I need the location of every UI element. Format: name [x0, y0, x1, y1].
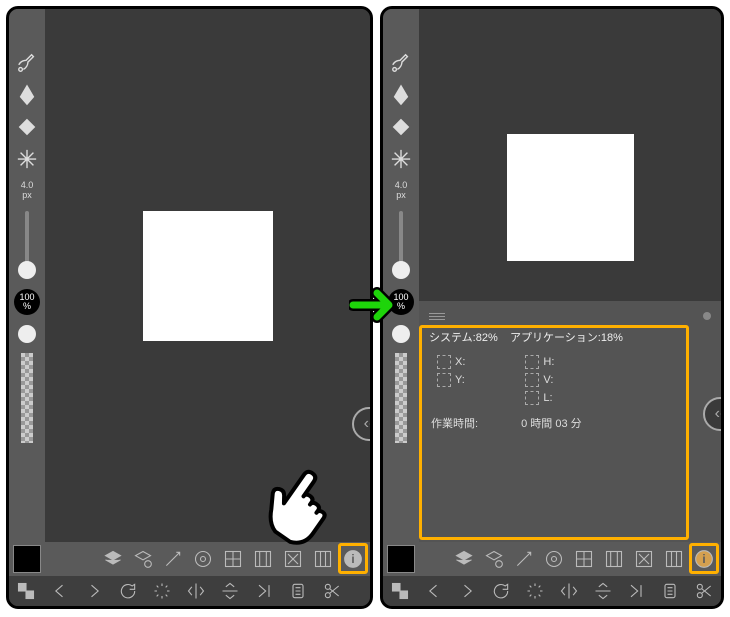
layers-settings-icon[interactable]	[130, 546, 156, 572]
work-time-row: 作業時間: 0 時間 03 分	[431, 415, 711, 431]
zoom-badge[interactable]: 100 %	[14, 289, 40, 315]
grid-icon[interactable]	[571, 546, 597, 572]
target-icon[interactable]	[541, 546, 567, 572]
skip-end-icon[interactable]	[251, 578, 277, 604]
info-icon[interactable]: i	[691, 546, 717, 572]
redo-forward-icon[interactable]	[455, 578, 481, 604]
pen-tool-icon[interactable]	[387, 81, 415, 109]
h-coord-icon	[525, 355, 539, 369]
pen-tool-icon[interactable]	[13, 81, 41, 109]
arrow-annotation-icon	[349, 285, 405, 325]
info-icon[interactable]: i	[340, 546, 366, 572]
l-coord-icon	[525, 391, 539, 405]
checker-icon[interactable]	[387, 578, 413, 604]
cut-eraser-tool-icon[interactable]	[387, 49, 415, 77]
action-toolbar	[9, 576, 370, 606]
opacity-knob[interactable]	[18, 325, 36, 343]
scissors-icon[interactable]	[319, 578, 345, 604]
opacity-gradient[interactable]	[21, 353, 33, 443]
brush-size-label: 4.0 px	[21, 181, 34, 201]
flip-h-icon[interactable]	[556, 578, 582, 604]
undo-back-icon[interactable]	[421, 578, 447, 604]
coord-v: V:	[525, 373, 554, 387]
work-time-value: 0 時間 03 分	[521, 418, 582, 430]
x-coord-icon	[437, 355, 451, 369]
panel-toolbar: i	[383, 542, 721, 576]
sparkle-tool-icon[interactable]	[13, 145, 41, 173]
wand-icon[interactable]	[160, 546, 186, 572]
undo-back-icon[interactable]	[47, 578, 73, 604]
panel-pin-icon[interactable]	[703, 312, 711, 320]
coord-l: L:	[525, 391, 554, 405]
grid-icon[interactable]	[220, 546, 246, 572]
work-time-label: 作業時間:	[431, 418, 478, 430]
checker-icon[interactable]	[13, 578, 39, 604]
svg-text:i: i	[702, 553, 705, 566]
nav-handle-icon[interactable]: ‹‹	[352, 407, 373, 441]
panel-drag-icon[interactable]	[429, 313, 445, 320]
rotate-icon[interactable]	[115, 578, 141, 604]
coord-y: Y:	[437, 373, 465, 387]
scissors-icon[interactable]	[691, 578, 717, 604]
brush-size-knob[interactable]	[392, 261, 410, 279]
rotate-icon[interactable]	[488, 578, 514, 604]
left-toolbar: 4.0 px 100 %	[383, 9, 419, 549]
brush-size-slider[interactable]	[25, 211, 29, 265]
target-icon[interactable]	[190, 546, 216, 572]
bucket-tool-icon[interactable]	[387, 113, 415, 141]
memory-row: システム:82% アプリケーション:18%	[429, 329, 711, 345]
v-coord-icon	[525, 373, 539, 387]
brush-size-slider[interactable]	[399, 211, 403, 265]
sparkle-tool-icon[interactable]	[387, 145, 415, 173]
flip-v-icon[interactable]	[217, 578, 243, 604]
canvas[interactable]	[507, 134, 634, 261]
layers-icon[interactable]	[451, 546, 477, 572]
color-swatch[interactable]	[387, 545, 415, 573]
coord-h: H:	[525, 355, 554, 369]
cut-eraser-tool-icon[interactable]	[13, 49, 41, 77]
pointer-hand-icon	[250, 460, 340, 550]
clipboard-icon[interactable]	[657, 578, 683, 604]
skip-end-icon[interactable]	[624, 578, 650, 604]
y-coord-icon	[437, 373, 451, 387]
canvas-area[interactable]	[419, 9, 721, 296]
film-icon[interactable]	[601, 546, 627, 572]
info-panel-header[interactable]	[429, 307, 711, 325]
flip-v-icon[interactable]	[590, 578, 616, 604]
redo-forward-icon[interactable]	[81, 578, 107, 604]
brush-size-knob[interactable]	[18, 261, 36, 279]
zoom-unit: %	[23, 302, 31, 311]
coord-x: X:	[437, 355, 465, 369]
x-box-icon[interactable]	[631, 546, 657, 572]
system-mem-value: 82%	[476, 332, 498, 344]
brush-size-label: 4.0 px	[395, 181, 408, 201]
loading-icon[interactable]	[149, 578, 175, 604]
action-toolbar	[383, 576, 721, 606]
layers-icon[interactable]	[100, 546, 126, 572]
system-mem-label: システム:	[429, 332, 476, 344]
flip-h-icon[interactable]	[183, 578, 209, 604]
wand-icon[interactable]	[511, 546, 537, 572]
app-screenshot-after: 4.0 px 100 % システム:82% アプリケーション:18% X: Y:	[380, 6, 724, 609]
clipboard-icon[interactable]	[285, 578, 311, 604]
opacity-gradient[interactable]	[395, 353, 407, 443]
info-panel: システム:82% アプリケーション:18% X: Y: H: V: L: 作業時…	[419, 301, 721, 543]
loading-icon[interactable]	[522, 578, 548, 604]
panels-icon[interactable]	[661, 546, 687, 572]
app-mem-label: アプリケーション:	[510, 332, 601, 344]
svg-text:i: i	[351, 553, 354, 566]
bucket-tool-icon[interactable]	[13, 113, 41, 141]
left-toolbar: 4.0 px 100 %	[9, 9, 45, 549]
app-mem-value: 18%	[601, 332, 623, 344]
layers-settings-icon[interactable]	[481, 546, 507, 572]
coords-block: X: Y: H: V: L:	[437, 355, 711, 405]
canvas[interactable]	[143, 211, 273, 341]
opacity-knob[interactable]	[392, 325, 410, 343]
color-swatch[interactable]	[13, 545, 41, 573]
